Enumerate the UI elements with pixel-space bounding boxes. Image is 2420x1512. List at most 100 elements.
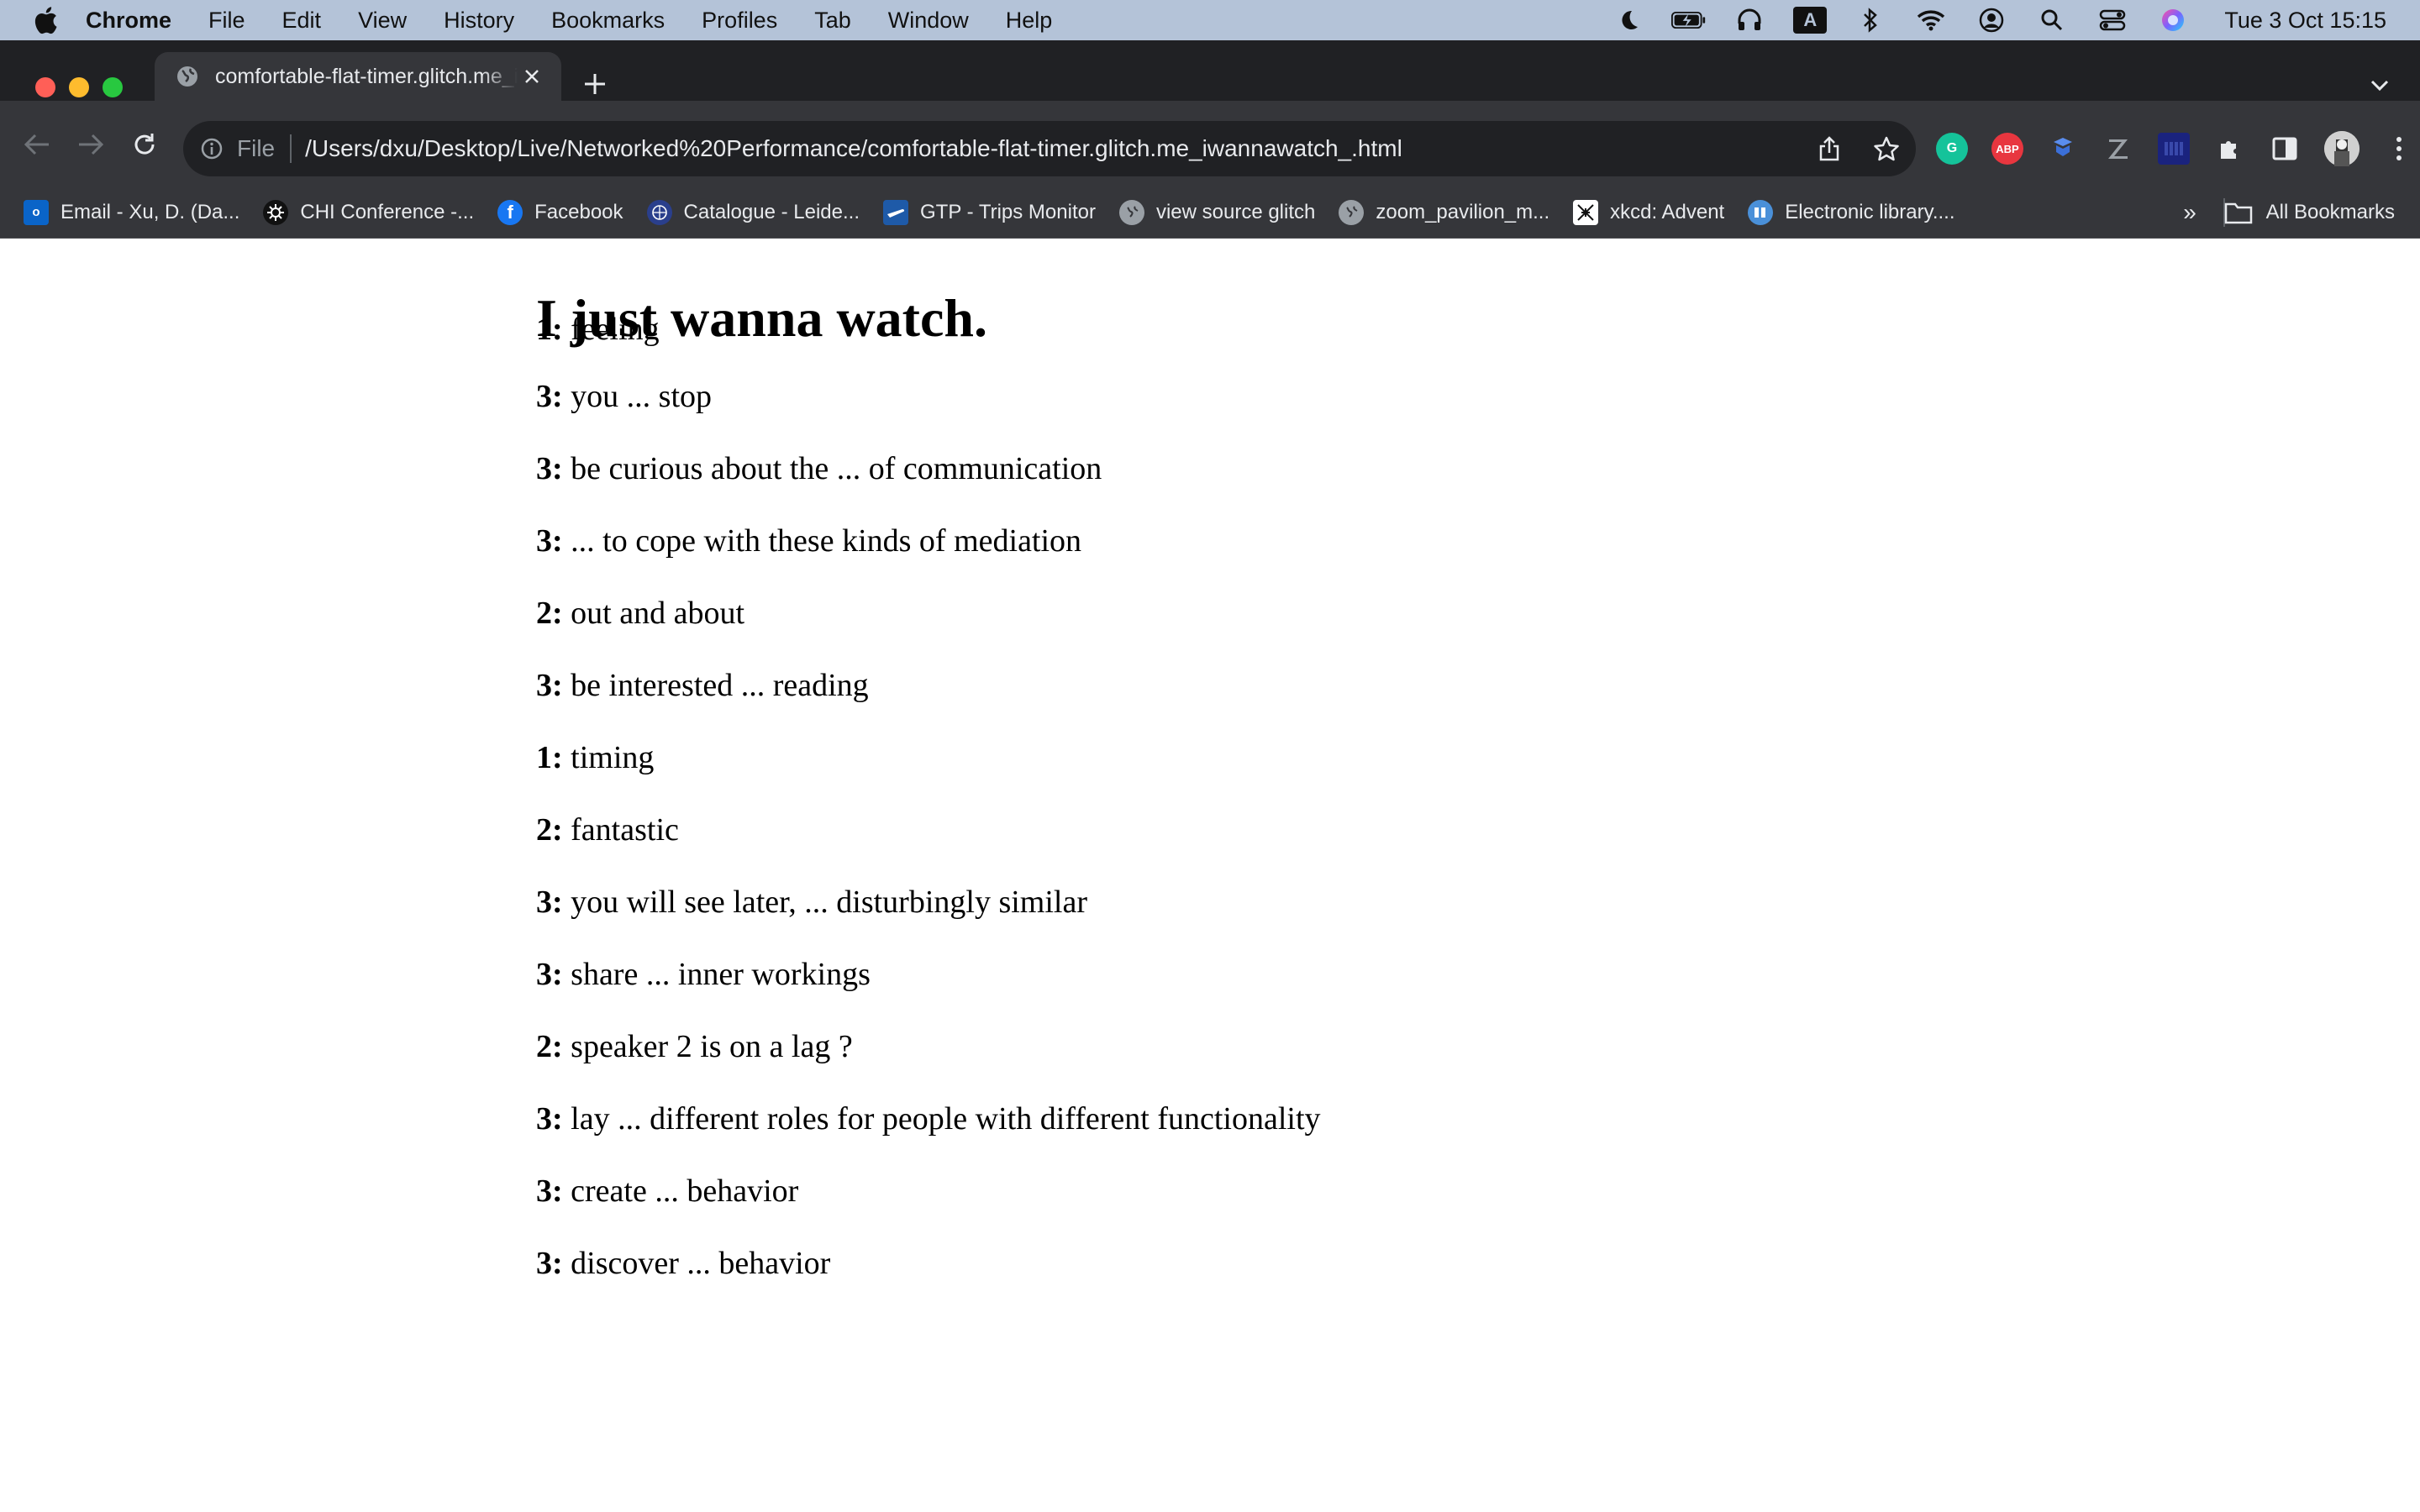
speaker-label: 2:: [536, 1029, 563, 1064]
transcript-text: create ... behavior: [571, 1173, 799, 1209]
speaker-label: 3:: [536, 1101, 563, 1137]
transcript-text: timing: [571, 740, 655, 775]
xkcd-icon: [1573, 199, 1599, 225]
all-bookmarks-button[interactable]: All Bookmarks: [2224, 186, 2395, 239]
facebook-icon: f: [497, 199, 523, 225]
user-account-icon[interactable]: [1974, 6, 2009, 34]
menu-bar-status-area: A Tue 3 Oct 15:15: [1611, 0, 2386, 40]
transcript-line: 3: you will see later, ... disturbingly …: [536, 884, 1321, 956]
address-bar-actions: [1815, 121, 1901, 176]
window-maximize-button[interactable]: [103, 77, 123, 97]
forward-arrow-icon[interactable]: [72, 126, 109, 163]
menu-edit[interactable]: Edit: [282, 8, 322, 34]
menu-help[interactable]: Help: [1006, 8, 1053, 34]
speaker-label: 3:: [536, 1173, 563, 1209]
url-text[interactable]: /Users/dxu/Desktop/Live/Networked%20Perf…: [305, 135, 1402, 162]
spotlight-search-icon[interactable]: [2034, 6, 2070, 34]
menu-tab[interactable]: Tab: [814, 8, 851, 34]
tab-active[interactable]: comfortable-flat-timer.glitch.me_iwannaw…: [155, 52, 561, 101]
input-source-icon[interactable]: A: [1792, 6, 1828, 34]
siri-icon[interactable]: [2155, 6, 2191, 34]
profile-avatar[interactable]: [2324, 131, 2360, 166]
speaker-label: 2:: [536, 812, 563, 848]
transcript-line: 2: speaker 2 is on a lag ?: [536, 1028, 1321, 1100]
bookmark-label: Facebook: [534, 200, 623, 223]
bluetooth-icon[interactable]: [1853, 6, 1888, 34]
speaker-label: 2:: [536, 596, 563, 631]
tab-close-icon[interactable]: [519, 64, 544, 89]
speaker-label: 3:: [536, 1246, 563, 1281]
menu-app-chrome[interactable]: Chrome: [86, 8, 171, 34]
apple-menu-icon[interactable]: [29, 3, 62, 37]
info-icon[interactable]: [198, 135, 225, 162]
bookmark-star-icon[interactable]: [1872, 134, 1901, 163]
transcript-line: 3: be curious about the ... of communica…: [536, 450, 1321, 522]
battery-charging-icon[interactable]: [1671, 6, 1707, 34]
reload-icon[interactable]: [126, 126, 163, 163]
transcript-text: you ... stop: [571, 379, 713, 414]
library-extension-icon[interactable]: [2158, 133, 2190, 165]
transcript-text: be interested ... reading: [571, 668, 869, 703]
all-bookmarks-label: All Bookmarks: [2265, 201, 2395, 223]
side-panel-icon[interactable]: [2269, 133, 2301, 165]
bookmark-xkcd-advent[interactable]: xkcd: Advent: [1573, 199, 1725, 225]
share-icon[interactable]: [1815, 134, 1844, 163]
bookmark-label: Catalogue - Leide...: [683, 200, 860, 223]
transcript-text: lay ... different roles for people with …: [571, 1101, 1321, 1137]
macos-menu-bar: Chrome File Edit View History Bookmarks …: [0, 0, 2420, 40]
extensions-toolbar: G ABP: [1936, 121, 2415, 176]
transcript-line: 3: lay ... different roles for people wi…: [536, 1100, 1321, 1173]
bookmarks-overflow-chevron[interactable]: »: [2176, 200, 2203, 227]
zotero-extension-icon[interactable]: [2102, 133, 2134, 165]
bookmark-view-source-glitch[interactable]: view source glitch: [1118, 199, 1315, 225]
bookmark-label: Email - Xu, D. (Da...: [60, 200, 240, 223]
transcript-text: be curious about the ... of communicatio…: [571, 451, 1102, 486]
bookmark-label: Electronic library....: [1785, 200, 1955, 223]
menu-window[interactable]: Window: [888, 8, 969, 34]
puzzle-extensions-icon[interactable]: [2213, 133, 2245, 165]
bookmark-zoom-pavilion[interactable]: zoom_pavilion_m...: [1339, 199, 1549, 225]
bookmark-facebook[interactable]: f Facebook: [497, 199, 623, 225]
window-close-button[interactable]: [35, 77, 55, 97]
plane-icon: [883, 199, 909, 225]
back-arrow-icon[interactable]: [18, 126, 55, 163]
transcript-line: 3: ... to cope with these kinds of media…: [536, 522, 1321, 595]
speaker-label: 3:: [536, 451, 563, 486]
transcript-line: 3: discover ... behavior: [536, 1245, 1321, 1317]
adblock-plus-extension-icon[interactable]: ABP: [1991, 133, 2023, 165]
menu-bookmarks[interactable]: Bookmarks: [551, 8, 665, 34]
bookmark-gtp-trips[interactable]: GTP - Trips Monitor: [883, 199, 1096, 225]
window-minimize-button[interactable]: [69, 77, 89, 97]
chi-icon: [263, 199, 289, 225]
transcript-line: 3: create ... behavior: [536, 1173, 1321, 1245]
globe-icon: [175, 64, 200, 89]
transcript-list: 3: you ... stop 3: be curious about the …: [536, 378, 1321, 1317]
grammarly-extension-icon[interactable]: G: [1936, 133, 1968, 165]
speaker-label: 3:: [536, 885, 563, 920]
menu-file[interactable]: File: [208, 8, 245, 34]
overlapping-transcript-line: 1: feeling: [536, 311, 660, 348]
wifi-icon[interactable]: [1913, 6, 1949, 34]
url-scheme-label: File: [237, 135, 276, 161]
headphones-icon[interactable]: [1732, 6, 1767, 34]
bookmark-chi-conference[interactable]: CHI Conference -...: [263, 199, 474, 225]
bookmark-email[interactable]: o Email - Xu, D. (Da...: [24, 199, 240, 225]
leiden-icon: [646, 199, 672, 225]
shield-extension-icon[interactable]: [2047, 133, 2079, 165]
new-tab-button[interactable]: [576, 66, 613, 102]
menu-history[interactable]: History: [444, 8, 514, 34]
menu-bar-clock[interactable]: Tue 3 Oct 15:15: [2224, 8, 2386, 34]
bookmark-label: xkcd: Advent: [1610, 200, 1725, 223]
address-bar[interactable]: File /Users/dxu/Desktop/Live/Networked%2…: [183, 121, 1916, 176]
moon-icon[interactable]: [1611, 6, 1646, 34]
chrome-menu-kebab-icon[interactable]: [2383, 133, 2415, 165]
bookmark-electronic-library[interactable]: Electronic library....: [1748, 199, 1955, 225]
menu-view[interactable]: View: [358, 8, 407, 34]
transcript-text: share ... inner workings: [571, 957, 871, 992]
library-icon: [1748, 199, 1774, 225]
transcript-text: out and about: [571, 596, 745, 631]
tab-search-chevron-icon[interactable]: [2365, 71, 2395, 101]
menu-profiles[interactable]: Profiles: [702, 8, 777, 34]
control-center-icon[interactable]: [2095, 6, 2130, 34]
bookmark-catalogue-leiden[interactable]: Catalogue - Leide...: [646, 199, 860, 225]
